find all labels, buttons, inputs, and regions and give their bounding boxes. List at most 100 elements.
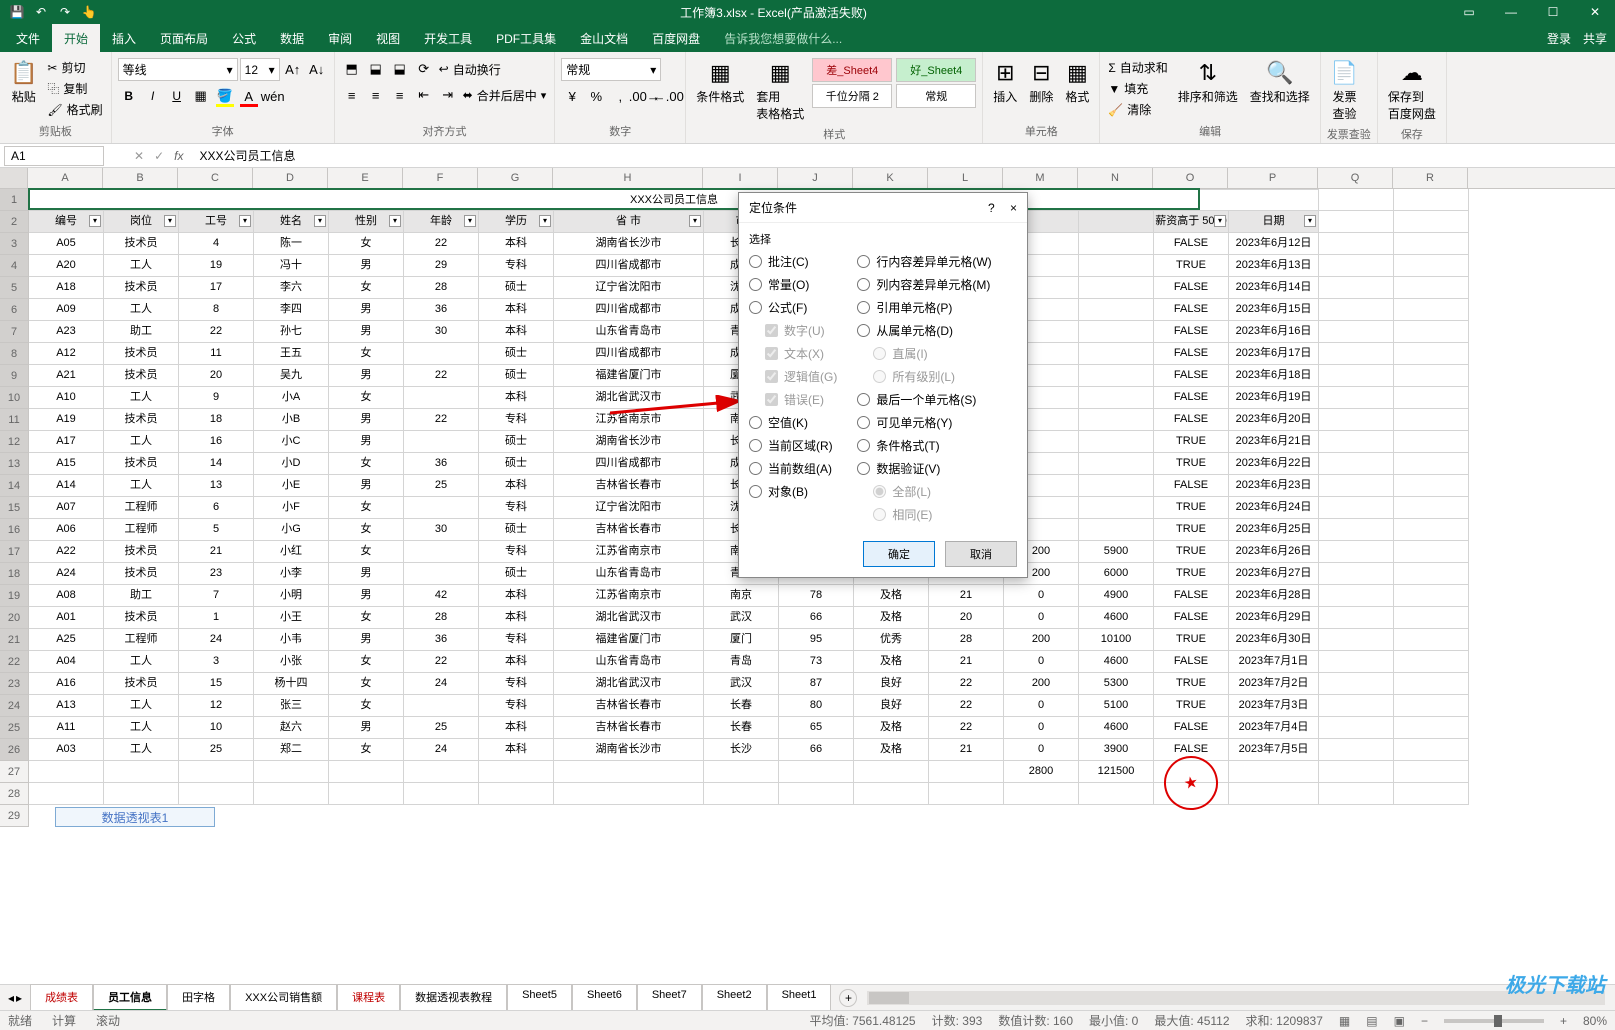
cell[interactable] xyxy=(1319,607,1394,629)
cell[interactable]: 武汉 xyxy=(704,607,779,629)
row-header[interactable]: 5 xyxy=(0,277,28,299)
cell[interactable]: 2023年6月12日 xyxy=(1229,233,1319,255)
row-header[interactable]: 27 xyxy=(0,761,28,783)
style-normal[interactable]: 常规 xyxy=(896,84,976,108)
cell[interactable] xyxy=(404,761,479,783)
cell[interactable] xyxy=(1319,783,1394,805)
cell[interactable] xyxy=(1394,387,1469,409)
row-header[interactable]: 20 xyxy=(0,607,28,629)
cell[interactable] xyxy=(1079,387,1154,409)
cell[interactable]: 6000 xyxy=(1079,563,1154,585)
sort-filter-button[interactable]: ⇅排序和筛选 xyxy=(1174,58,1242,107)
cell[interactable]: 小明 xyxy=(254,585,329,607)
cell[interactable] xyxy=(104,761,179,783)
cell[interactable]: 78 xyxy=(779,585,854,607)
sheet-tab[interactable]: 成绩表 xyxy=(30,984,93,1011)
cell[interactable] xyxy=(1319,365,1394,387)
login-button[interactable]: 登录 xyxy=(1547,30,1571,47)
ribbon-options-icon[interactable]: ▭ xyxy=(1449,5,1489,19)
cell[interactable]: 辽宁省沈阳市 xyxy=(554,277,704,299)
row-header[interactable]: 22 xyxy=(0,651,28,673)
cell[interactable]: 21 xyxy=(179,541,254,563)
cell[interactable]: 本科 xyxy=(479,739,554,761)
sheet-nav-last-icon[interactable]: ▸ xyxy=(16,991,22,1005)
cell[interactable]: 4900 xyxy=(1079,585,1154,607)
cell[interactable]: 2023年7月5日 xyxy=(1229,739,1319,761)
number-format-dropdown[interactable]: 常规▾ xyxy=(561,58,661,81)
cell[interactable]: 专科 xyxy=(479,673,554,695)
tab-file[interactable]: 文件 xyxy=(4,24,52,53)
cell[interactable]: 7 xyxy=(179,585,254,607)
filter-dropdown-icon[interactable]: ▾ xyxy=(239,215,251,227)
cell[interactable]: TRUE xyxy=(1154,541,1229,563)
cell[interactable] xyxy=(1394,761,1469,783)
save-icon[interactable]: 💾 xyxy=(8,3,26,21)
cell[interactable]: 硕士 xyxy=(479,365,554,387)
sheet-tab[interactable]: Sheet1 xyxy=(767,984,832,1011)
cell[interactable]: 湖北省武汉市 xyxy=(554,387,704,409)
cell[interactable]: 长春 xyxy=(704,717,779,739)
cell[interactable]: 66 xyxy=(779,607,854,629)
cell[interactable]: 张三 xyxy=(254,695,329,717)
cell[interactable]: 22 xyxy=(929,695,1004,717)
sheet-nav-first-icon[interactable]: ◂ xyxy=(8,991,14,1005)
column-header[interactable]: J xyxy=(778,168,853,188)
cell[interactable]: 江苏省南京市 xyxy=(554,541,704,563)
cell[interactable]: 30 xyxy=(404,519,479,541)
cell[interactable]: A03 xyxy=(29,739,104,761)
currency-icon[interactable]: ¥ xyxy=(561,85,583,107)
cell[interactable]: 男 xyxy=(329,321,404,343)
cell[interactable]: 2023年7月2日 xyxy=(1229,673,1319,695)
column-header[interactable]: K xyxy=(853,168,928,188)
column-header[interactable]: O xyxy=(1153,168,1228,188)
table-format-button[interactable]: ▦套用 表格格式 xyxy=(752,58,808,124)
dialog-option[interactable]: 可见单元格(Y) xyxy=(857,414,991,431)
tab-pdf[interactable]: PDF工具集 xyxy=(484,24,568,53)
cell[interactable]: FALSE xyxy=(1154,585,1229,607)
style-good[interactable]: 好_Sheet4 xyxy=(896,58,976,82)
cell[interactable]: 小李 xyxy=(254,563,329,585)
cell[interactable]: 姓名▾ xyxy=(254,211,329,233)
cell[interactable]: 男 xyxy=(329,409,404,431)
row-header[interactable]: 11 xyxy=(0,409,28,431)
column-header[interactable]: B xyxy=(103,168,178,188)
cell[interactable]: 工人 xyxy=(104,255,179,277)
row-header[interactable]: 8 xyxy=(0,343,28,365)
cell[interactable] xyxy=(1319,211,1394,233)
cell[interactable]: 吉林省长春市 xyxy=(554,695,704,717)
cell[interactable] xyxy=(1319,541,1394,563)
cell[interactable] xyxy=(1319,519,1394,541)
cell[interactable]: 12 xyxy=(179,695,254,717)
find-select-button[interactable]: 🔍查找和选择 xyxy=(1246,58,1314,107)
cell[interactable]: 22 xyxy=(404,233,479,255)
cell[interactable] xyxy=(1319,277,1394,299)
cell[interactable]: 2023年6月30日 xyxy=(1229,629,1319,651)
cell[interactable] xyxy=(1319,651,1394,673)
cell[interactable]: A24 xyxy=(29,563,104,585)
column-header[interactable]: R xyxy=(1393,168,1468,188)
dialog-close-icon[interactable]: × xyxy=(1010,201,1017,215)
row-header[interactable]: 9 xyxy=(0,365,28,387)
cell[interactable]: 6 xyxy=(179,497,254,519)
filter-dropdown-icon[interactable]: ▾ xyxy=(689,215,701,227)
cell[interactable] xyxy=(1394,739,1469,761)
close-icon[interactable]: ✕ xyxy=(1575,5,1615,19)
align-left-icon[interactable]: ≡ xyxy=(341,84,363,106)
cell[interactable] xyxy=(1394,453,1469,475)
cell[interactable]: A21 xyxy=(29,365,104,387)
cell[interactable]: 助工 xyxy=(104,321,179,343)
cell[interactable]: 长沙 xyxy=(704,739,779,761)
cell[interactable]: 专科 xyxy=(479,409,554,431)
row-header[interactable]: 3 xyxy=(0,233,28,255)
zoom-in-icon[interactable]: + xyxy=(1560,1014,1567,1028)
cell[interactable] xyxy=(1394,475,1469,497)
cell[interactable]: 山东省青岛市 xyxy=(554,651,704,673)
cell[interactable]: 技术员 xyxy=(104,343,179,365)
cell[interactable] xyxy=(1319,453,1394,475)
cell[interactable]: 湖南省长沙市 xyxy=(554,739,704,761)
cell[interactable]: 本科 xyxy=(479,233,554,255)
cell[interactable]: 4 xyxy=(179,233,254,255)
cell[interactable]: 王五 xyxy=(254,343,329,365)
cell[interactable] xyxy=(1079,475,1154,497)
cell[interactable]: 江苏省南京市 xyxy=(554,585,704,607)
